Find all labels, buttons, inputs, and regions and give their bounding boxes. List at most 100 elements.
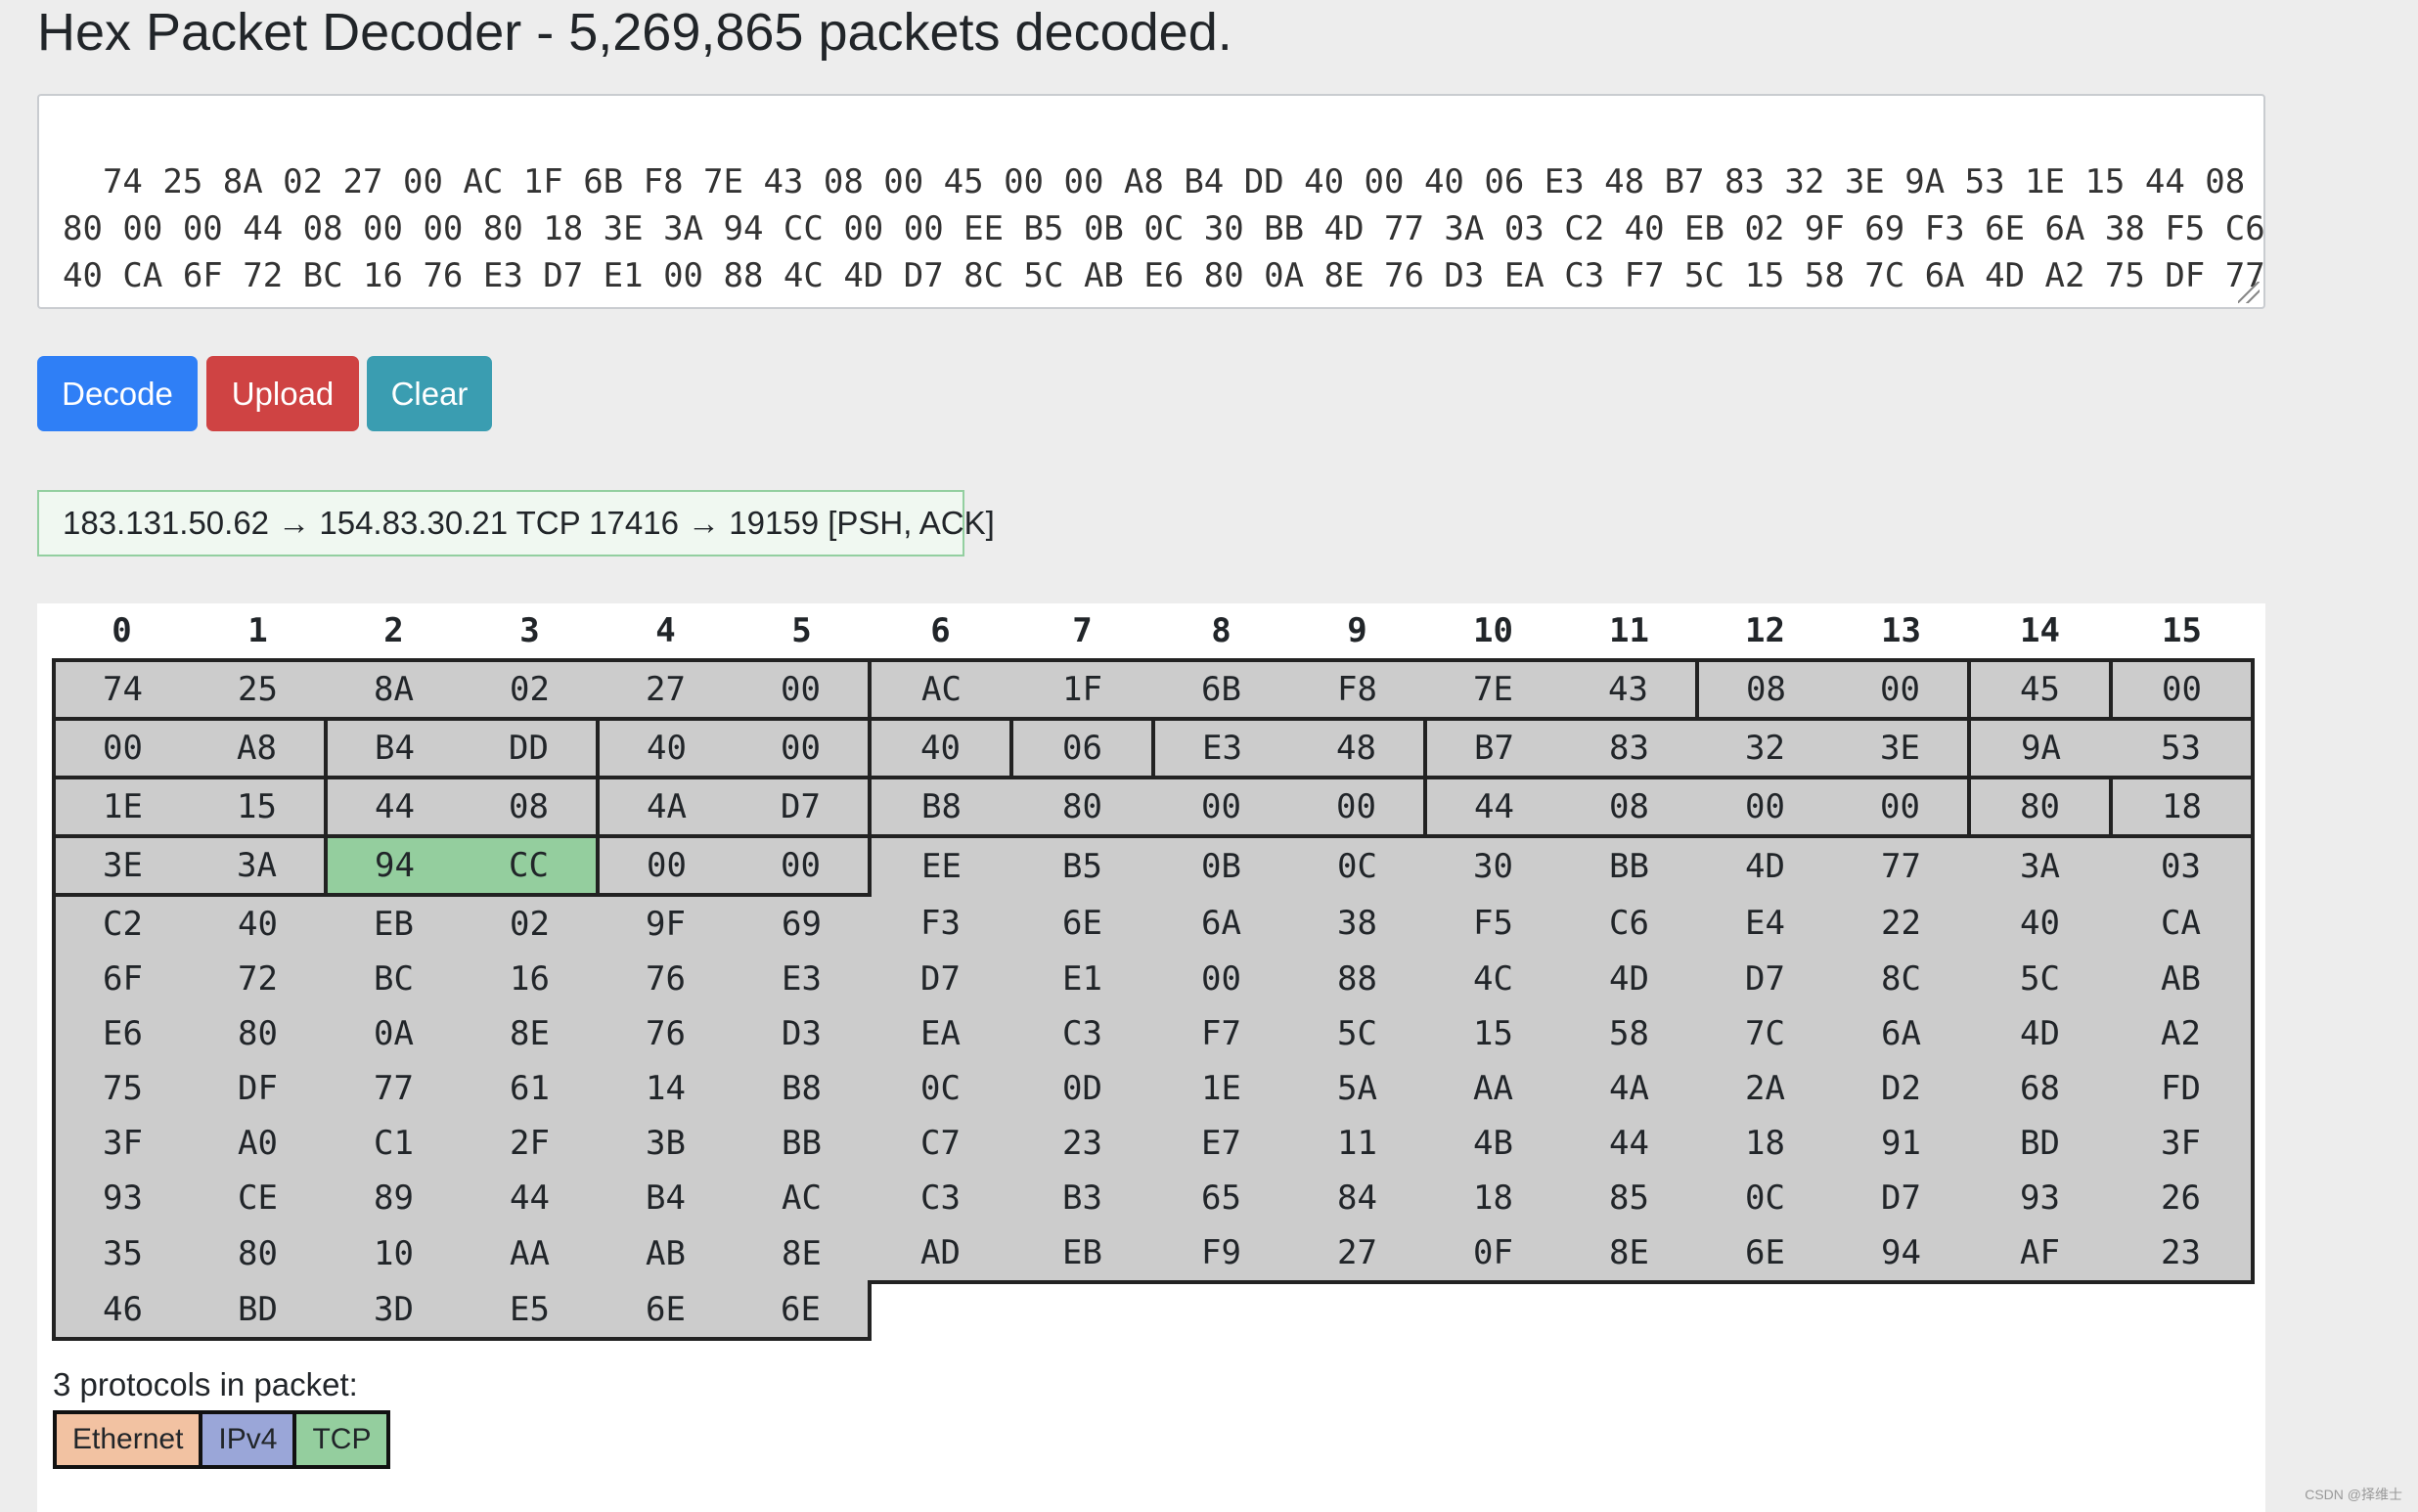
hex-byte-cell[interactable]: C3: [1011, 1006, 1153, 1061]
hex-byte-cell[interactable]: 18: [1697, 1116, 1833, 1171]
hex-byte-cell[interactable]: 88: [1289, 952, 1425, 1006]
hex-byte-cell[interactable]: 40: [1969, 895, 2111, 952]
hex-byte-cell[interactable]: 4D: [1969, 1006, 2111, 1061]
hex-byte-cell[interactable]: F9: [1153, 1225, 1289, 1284]
hex-byte-cell[interactable]: 08: [1561, 776, 1697, 838]
hex-byte-cell[interactable]: 76: [598, 952, 734, 1006]
hex-byte-cell[interactable]: 6B: [1153, 658, 1289, 721]
hex-byte-cell[interactable]: 35: [52, 1225, 190, 1282]
hex-byte-cell[interactable]: AC: [734, 1171, 870, 1225]
hex-byte-cell[interactable]: 77: [326, 1061, 462, 1116]
hex-byte-cell[interactable]: 18: [1425, 1171, 1561, 1225]
hex-byte-cell[interactable]: E7: [1153, 1116, 1289, 1171]
hex-byte-cell[interactable]: 3F: [52, 1116, 190, 1171]
hex-byte-cell[interactable]: 23: [1011, 1116, 1153, 1171]
hex-byte-cell[interactable]: 80: [1011, 776, 1153, 838]
hex-byte-cell[interactable]: 32: [1697, 717, 1833, 779]
hex-byte-cell[interactable]: 94: [1833, 1225, 1969, 1284]
hex-byte-cell[interactable]: 0C: [1697, 1171, 1833, 1225]
hex-byte-cell[interactable]: AB: [2111, 952, 2255, 1006]
hex-byte-cell[interactable]: A8: [190, 717, 328, 779]
hex-byte-cell[interactable]: 40: [596, 717, 734, 779]
hex-byte-cell[interactable]: 91: [1833, 1116, 1969, 1171]
hex-byte-cell[interactable]: 45: [1967, 658, 2113, 721]
hex-byte-cell[interactable]: 00: [734, 658, 872, 721]
hex-byte-cell[interactable]: 1E: [1153, 1061, 1289, 1116]
hex-byte-cell[interactable]: 80: [1967, 776, 2113, 838]
protocol-tag-tcp[interactable]: TCP: [292, 1414, 387, 1465]
hex-byte-cell[interactable]: 06: [1009, 717, 1155, 779]
hex-byte-cell[interactable]: F5: [1425, 895, 1561, 952]
hex-byte-cell[interactable]: 46: [52, 1282, 190, 1341]
hex-byte-cell[interactable]: 0B: [1153, 834, 1289, 895]
hex-byte-cell[interactable]: 6E: [1697, 1225, 1833, 1284]
hex-byte-cell[interactable]: 00: [1833, 776, 1971, 838]
hex-byte-cell[interactable]: A0: [190, 1116, 326, 1171]
hex-byte-cell[interactable]: B8: [868, 776, 1011, 838]
hex-byte-cell[interactable]: 00: [734, 717, 872, 779]
hex-byte-cell[interactable]: BB: [734, 1116, 870, 1171]
hex-byte-cell[interactable]: 5A: [1289, 1061, 1425, 1116]
hex-byte-cell[interactable]: 4D: [1697, 834, 1833, 895]
hex-byte-cell[interactable]: AA: [462, 1225, 598, 1282]
hex-byte-cell[interactable]: 02: [462, 893, 598, 952]
hex-byte-cell[interactable]: 4A: [1561, 1061, 1697, 1116]
hex-byte-cell[interactable]: E1: [1011, 952, 1153, 1006]
hex-byte-cell[interactable]: 16: [462, 952, 598, 1006]
hex-byte-cell[interactable]: 72: [190, 952, 326, 1006]
hex-byte-cell[interactable]: 53: [2111, 717, 2255, 779]
hex-byte-cell[interactable]: 4B: [1425, 1116, 1561, 1171]
hex-byte-cell[interactable]: 14: [598, 1061, 734, 1116]
hex-byte-cell[interactable]: 3E: [52, 834, 190, 897]
hex-byte-cell[interactable]: 83: [1561, 717, 1697, 779]
hex-byte-cell[interactable]: 00: [2109, 658, 2255, 721]
hex-byte-cell[interactable]: AB: [598, 1225, 734, 1282]
hex-byte-cell[interactable]: 9F: [598, 893, 734, 952]
hex-byte-cell[interactable]: 00: [1153, 776, 1289, 838]
hex-byte-cell[interactable]: 5C: [1969, 952, 2111, 1006]
hex-byte-cell[interactable]: D2: [1833, 1061, 1969, 1116]
hex-byte-cell[interactable]: 00: [1153, 952, 1289, 1006]
hex-byte-cell[interactable]: 08: [1695, 658, 1833, 721]
hex-byte-cell[interactable]: BC: [326, 952, 462, 1006]
hex-byte-cell[interactable]: B7: [1423, 717, 1561, 779]
hex-byte-cell[interactable]: 0C: [1289, 834, 1425, 895]
hex-byte-cell[interactable]: EB: [326, 893, 462, 952]
hex-byte-cell[interactable]: BD: [1969, 1116, 2111, 1171]
hex-byte-cell[interactable]: F7: [1153, 1006, 1289, 1061]
hex-byte-cell[interactable]: 3F: [2111, 1116, 2255, 1171]
hex-byte-cell[interactable]: EE: [868, 834, 1011, 895]
hex-byte-cell[interactable]: 8E: [734, 1225, 870, 1282]
hex-byte-cell[interactable]: E3: [734, 952, 870, 1006]
hex-byte-cell[interactable]: 3D: [326, 1282, 462, 1341]
hex-byte-cell[interactable]: 84: [1289, 1171, 1425, 1225]
hex-byte-cell[interactable]: DF: [190, 1061, 326, 1116]
hex-byte-cell[interactable]: 30: [1425, 834, 1561, 895]
hex-byte-cell[interactable]: 03: [2111, 834, 2255, 895]
hex-byte-cell[interactable]: 44: [462, 1171, 598, 1225]
resize-grip-icon[interactable]: [2238, 282, 2260, 303]
hex-byte-cell[interactable]: 85: [1561, 1171, 1697, 1225]
hex-byte-cell[interactable]: 0A: [326, 1006, 462, 1061]
hex-byte-cell[interactable]: 76: [598, 1006, 734, 1061]
hex-byte-cell[interactable]: B5: [1011, 834, 1153, 895]
hex-byte-cell[interactable]: 10: [326, 1225, 462, 1282]
hex-byte-cell[interactable]: AC: [868, 658, 1011, 721]
hex-byte-cell[interactable]: 4D: [1561, 952, 1697, 1006]
hex-byte-cell[interactable]: 02: [462, 658, 598, 721]
hex-byte-cell[interactable]: BB: [1561, 834, 1697, 895]
hex-byte-cell[interactable]: C2: [52, 893, 190, 952]
hex-byte-cell[interactable]: 15: [1425, 1006, 1561, 1061]
hex-byte-cell[interactable]: DD: [462, 717, 600, 779]
hex-byte-cell[interactable]: 48: [1289, 717, 1427, 779]
hex-byte-cell[interactable]: 93: [1969, 1171, 2111, 1225]
decode-button[interactable]: Decode: [37, 356, 198, 431]
hex-byte-cell[interactable]: 94: [324, 834, 462, 897]
hex-byte-cell[interactable]: 65: [1153, 1171, 1289, 1225]
hex-byte-cell[interactable]: 40: [868, 717, 1013, 779]
hex-byte-cell[interactable]: CE: [190, 1171, 326, 1225]
hex-byte-cell[interactable]: 3E: [1833, 717, 1971, 779]
hex-byte-cell[interactable]: 0C: [870, 1061, 1011, 1116]
hex-byte-cell[interactable]: 7E: [1425, 658, 1561, 721]
hex-byte-cell[interactable]: 8A: [326, 658, 462, 721]
